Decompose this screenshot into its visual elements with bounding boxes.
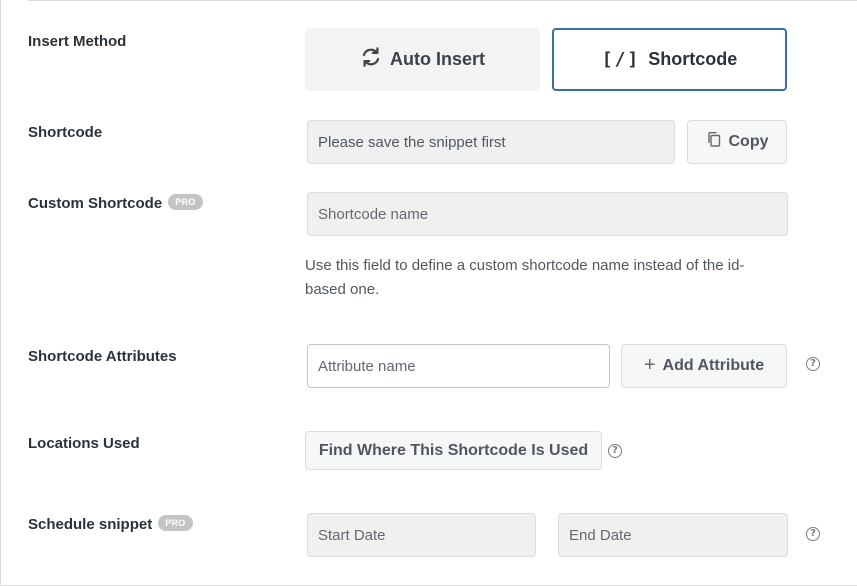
locations-used-label-text: Locations Used (28, 435, 140, 452)
custom-shortcode-description: Use this field to define a custom shortc… (305, 257, 745, 298)
plus-icon: + (643, 354, 656, 376)
shortcode-attributes-label-text: Shortcode Attributes (28, 348, 177, 365)
pro-badge: PRO (168, 193, 203, 210)
custom-shortcode-placeholder: Shortcode name (318, 205, 429, 223)
copy-button[interactable]: Copy (687, 120, 787, 164)
auto-insert-button[interactable]: Auto Insert (305, 28, 540, 91)
help-icon[interactable]: ? (806, 527, 820, 541)
copy-icon (706, 131, 722, 153)
shortcode-label: Shortcode (28, 124, 102, 141)
shortcode-attributes-label: Shortcode Attributes (28, 348, 177, 365)
top-divider (28, 0, 857, 1)
shortcode-label-text: Shortcode (28, 124, 103, 141)
custom-shortcode-label: Custom Shortcode PRO (28, 193, 203, 212)
shortcode-field[interactable]: Please save the snippet first (307, 120, 675, 164)
attribute-name-input[interactable]: Attribute name (307, 344, 610, 388)
custom-shortcode-input[interactable]: Shortcode name (307, 192, 788, 236)
refresh-icon (360, 46, 382, 73)
add-attribute-button[interactable]: + Add Attribute (621, 344, 787, 388)
end-date-placeholder: End Date (569, 526, 632, 544)
find-usage-button[interactable]: Find Where This Shortcode Is Used (305, 431, 602, 470)
add-attribute-label: Add Attribute (662, 357, 765, 374)
start-date-placeholder: Start Date (318, 526, 386, 544)
schedule-snippet-label: Schedule snippet PRO (28, 514, 193, 533)
shortcode-method-button[interactable]: [/] Shortcode (552, 28, 787, 91)
custom-shortcode-label-text: Custom Shortcode (28, 195, 163, 212)
shortcode-method-label: Shortcode (648, 49, 738, 69)
schedule-snippet-label-text: Schedule snippet (28, 516, 153, 533)
copy-label: Copy (728, 133, 769, 150)
help-icon[interactable]: ? (608, 444, 622, 458)
start-date-input[interactable]: Start Date (307, 513, 536, 557)
locations-used-label: Locations Used (28, 435, 140, 452)
attribute-name-placeholder: Attribute name (318, 357, 416, 375)
help-icon[interactable]: ? (806, 357, 820, 371)
shortcode-icon: [/] (601, 49, 641, 70)
end-date-input[interactable]: End Date (558, 513, 788, 557)
pro-badge: PRO (158, 514, 193, 531)
insert-method-label: Insert Method (28, 33, 126, 50)
shortcode-value: Please save the snippet first (318, 133, 506, 151)
insert-method-label-text: Insert Method (28, 33, 127, 50)
find-usage-label: Find Where This Shortcode Is Used (318, 441, 589, 459)
auto-insert-label: Auto Insert (389, 49, 485, 69)
